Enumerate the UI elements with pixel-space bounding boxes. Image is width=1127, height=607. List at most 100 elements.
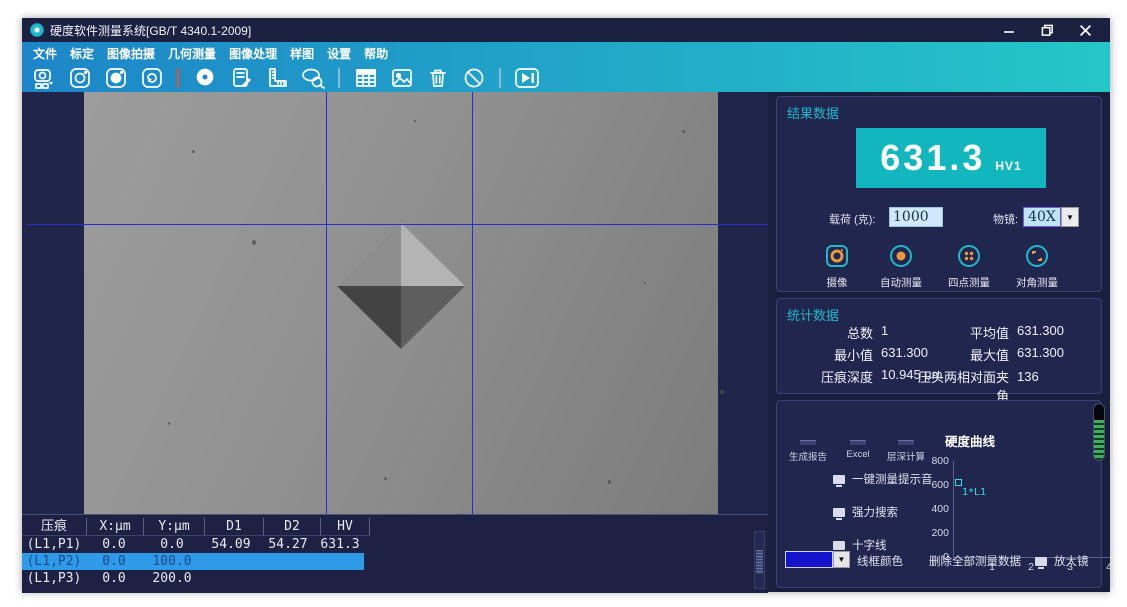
crosshair-horizontal-line[interactable] [27,224,768,225]
load-label: 载荷 (克): [829,211,875,227]
auto-measure-button[interactable]: 自动测量 [865,243,937,290]
menu-image-process[interactable]: 图像处理 [229,45,277,62]
crosshair-vertical-line-right[interactable] [472,92,473,514]
camera-source-button[interactable] [30,65,57,91]
toolbar-separator [338,68,340,88]
col-d1: D1 [205,518,264,535]
measurement-table: 压痕 X:μm Y:μm D1 D2 HV (L1,P1) 0.0 0.0 54… [22,514,768,593]
generate-report-icon [800,440,816,445]
title-bar: 硬度软件测量系统[GB/T 4340.1-2009] [22,18,1110,42]
diagonal-measure-icon [1024,243,1050,269]
data-grid-button[interactable] [352,65,379,91]
hardness-result-display: 631.3 HV1 [856,128,1046,188]
stat-value-angle: 136 [1017,369,1039,384]
menu-file[interactable]: 文件 [33,45,57,62]
line-color-arrow[interactable]: ▼ [833,551,850,568]
delete-all-data-button[interactable]: 删除全部测量数据 [929,553,1021,569]
lasso-measure-button[interactable] [299,65,326,91]
magnifier-checkbox[interactable]: 放大镜 [1035,553,1089,569]
hardness-unit: HV1 [995,159,1021,173]
cell-hv [316,553,364,570]
cell-d1 [202,570,260,587]
table-scrollbar[interactable] [754,531,765,589]
checkbox-icon [833,508,845,517]
close-button[interactable] [1070,20,1100,40]
maximize-icon [1041,24,1054,37]
hardness-curve-plot [953,461,1110,558]
diagonal-measure-button[interactable]: 对角测量 [1001,243,1073,290]
level-indicator [1093,403,1105,461]
cell-hv: 631.3 [316,536,364,553]
maximize-button[interactable] [1032,20,1062,40]
result-section-title: 结果数据 [787,103,839,122]
crosshair-vertical-line-left[interactable] [326,92,327,514]
result-section: 结果数据 631.3 HV1 载荷 (克): 物镜: 40X ▼ 摄像 [776,96,1102,292]
checkbox-icon [833,475,845,484]
table-row-selected[interactable]: (L1,P2) 0.0 100.0 [22,553,364,570]
cell-y: 100.0 [142,553,202,570]
toolbar-separator [499,68,501,88]
auto-measure-icon [888,243,914,269]
camera-icon [824,243,850,269]
excel-export-button[interactable]: Excel [837,440,879,460]
table-row[interactable]: (L1,P3) 0.0 200.0 [22,570,364,587]
menu-calibration[interactable]: 标定 [70,45,94,62]
menu-geometry-measure[interactable]: 几何测量 [168,45,216,62]
col-y: Y:μm [144,518,205,535]
stat-value-max: 631.300 [1017,345,1064,360]
y-tick: 400 [921,503,949,515]
image-viewport[interactable] [22,92,768,514]
menu-image-capture[interactable]: 图像拍摄 [107,45,155,62]
minimize-icon [1003,24,1015,36]
disable-measure-button[interactable] [460,65,487,91]
stat-label-depth: 压痕深度 [781,367,873,386]
ruler-measure-icon [265,66,289,90]
chart-data-point [955,479,962,486]
window-title: 硬度软件测量系统[GB/T 4340.1-2009] [50,22,251,39]
report-edit-icon [229,66,253,90]
y-tick: 200 [921,527,949,539]
line-color-swatch[interactable] [785,551,833,568]
objective-select[interactable]: 40X [1023,207,1061,227]
menu-sample-image[interactable]: 样图 [290,45,314,62]
auto-run-button[interactable] [513,65,540,91]
stat-label-max: 最大值 [897,345,1009,364]
point-measure-button[interactable] [191,65,218,91]
four-point-measure-button[interactable]: 四点测量 [933,243,1005,290]
data-grid-icon [354,66,378,90]
cell-hv [316,570,364,587]
cell-d1: 54.09 [202,536,260,553]
vickers-indentation [337,223,465,349]
camera-source-icon [32,66,56,90]
delete-trash-button[interactable] [424,65,451,91]
strong-search-checkbox[interactable]: 强力搜索 [833,504,898,520]
report-edit-button[interactable] [227,65,254,91]
generate-report-button[interactable]: 生成报告 [781,440,835,463]
objective-select-arrow[interactable]: ▼ [1061,207,1079,227]
checkbox-icon [833,541,845,550]
table-row[interactable]: (L1,P1) 0.0 0.0 54.09 54.27 631.3 [22,536,364,553]
beep-checkbox[interactable]: 一键测量提示音 [833,471,933,487]
delete-trash-icon [426,66,450,90]
menu-help[interactable]: 帮助 [364,45,388,62]
cell-d2: 54.27 [260,536,316,553]
chart-point-label: 1*L1 [962,487,986,498]
four-point-measure-icon [956,243,982,269]
cell-x: 0.0 [86,536,142,553]
cell-d2 [260,553,316,570]
stat-label-average: 平均值 [897,323,1009,342]
ruler-measure-button[interactable] [263,65,290,91]
toolbar-separator [177,68,179,88]
magnifier-checkbox-icon [1035,557,1047,566]
close-icon [1079,24,1092,37]
capture-refresh-button[interactable] [138,65,165,91]
capture-record-button[interactable] [102,65,129,91]
cell-indent: (L1,P3) [22,570,86,587]
open-image-button[interactable] [388,65,415,91]
camera-button[interactable]: 摄像 [801,243,873,290]
load-input[interactable] [889,207,943,227]
capture-frame-button[interactable] [66,65,93,91]
stats-section-title: 统计数据 [787,305,839,324]
menu-settings[interactable]: 设置 [327,45,351,62]
minimize-button[interactable] [994,20,1024,40]
